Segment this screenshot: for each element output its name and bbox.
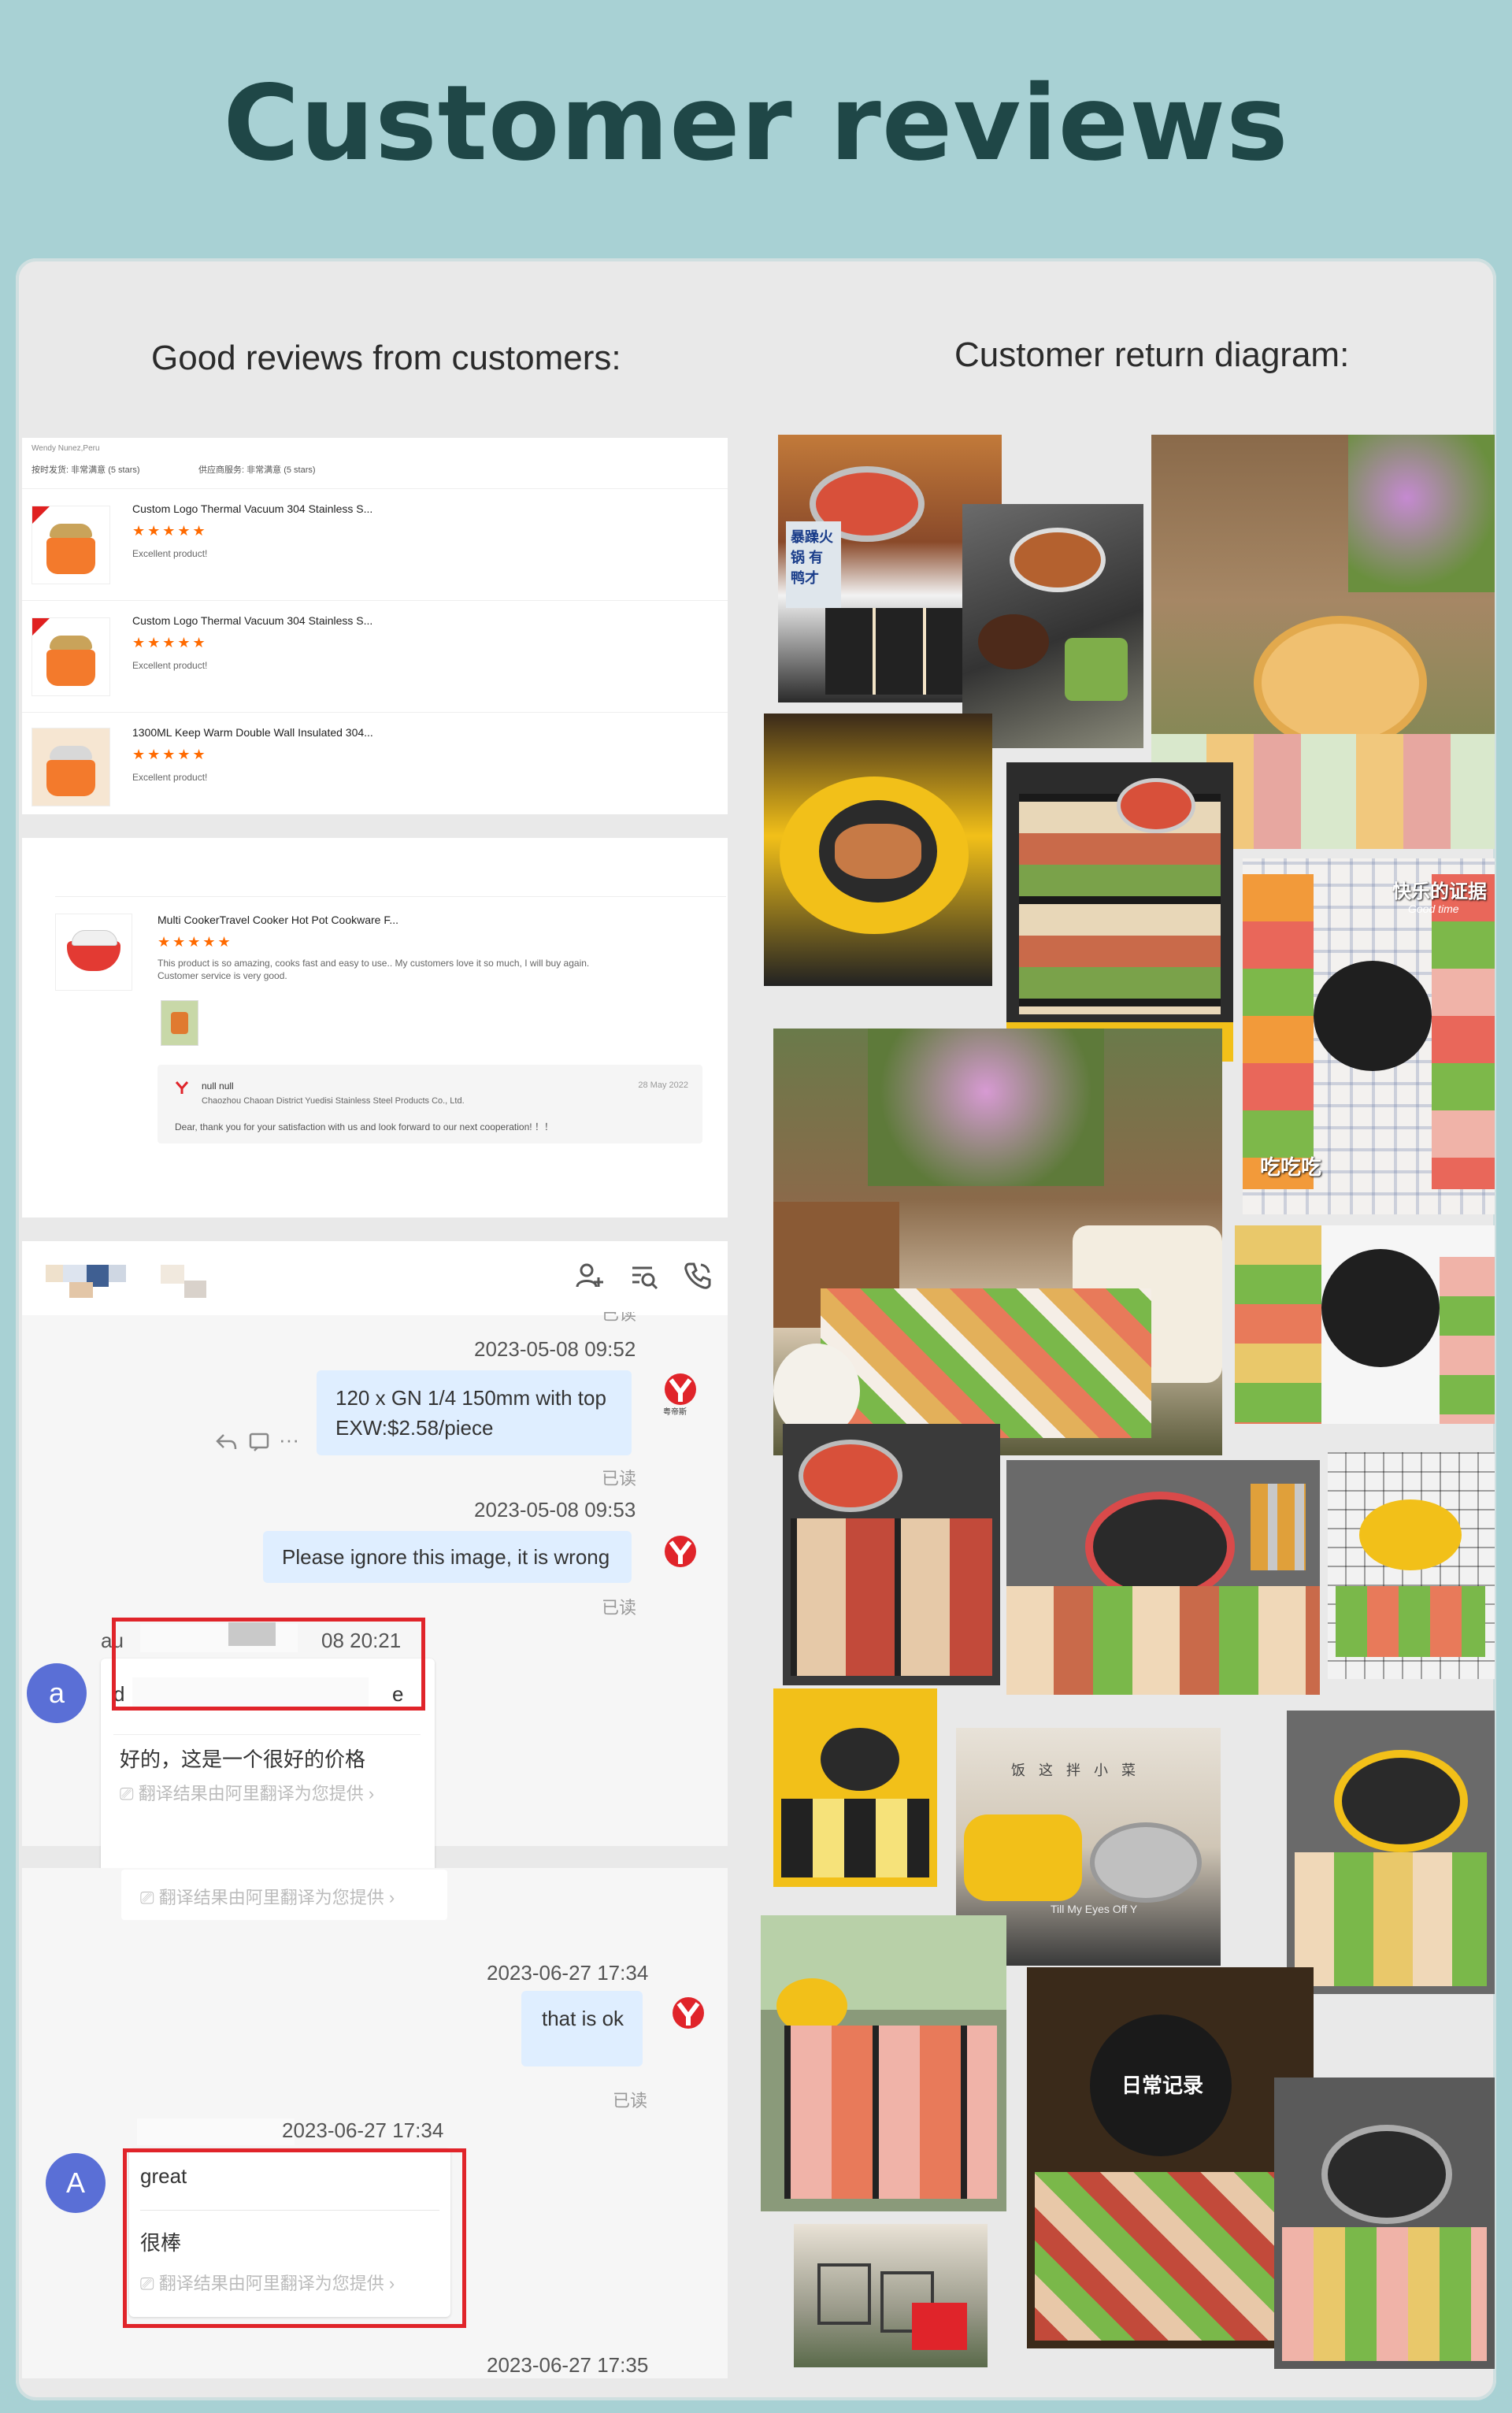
brand-logo-icon [666,1996,710,2043]
customer-photo [761,1915,1006,2211]
product-title[interactable]: 1300ML Keep Warm Double Wall Insulated 3… [132,726,373,739]
product-title[interactable]: Custom Logo Thermal Vacuum 304 Stainless… [132,502,372,515]
review-photo[interactable] [161,1000,198,1046]
translated-text: 好的，这是一个很好的价格 [120,1748,366,1771]
seller-message[interactable]: Please ignore this image, it is wrong [263,1531,632,1583]
reply-company: Chaozhou Chaoan District Yuedisi Stainle… [202,1096,465,1106]
product-thumbnail[interactable] [32,617,110,696]
highlight-box [123,2148,466,2328]
avatar: a [27,1663,87,1723]
seller-reply: null null 28 May 2022 Chaozhou Chaoan Di… [158,1065,702,1143]
customer-photo [1235,1225,1495,1424]
brand-logo-icon [175,1080,189,1095]
review-card-multicooker: Multi CookerTravel Cooker Hot Pot Cookwa… [22,838,728,1218]
seller-message[interactable]: 120 x GN 1/4 150mm with top EXW:$2.58/pi… [317,1370,632,1455]
reply-icon[interactable] [214,1430,238,1454]
customer-photo [1006,1460,1320,1695]
customer-photo [1287,1711,1495,1994]
left-heading: Good reviews from customers: [151,339,621,377]
brand-logo-icon [658,1534,702,1581]
translate-icon: ⎚ [140,1888,154,1907]
review-text: Excellent product! [132,772,208,783]
translation-note: ⎚ 翻译结果由阿里翻译为您提供 › [120,1784,375,1803]
product-title[interactable]: Multi CookerTravel Cooker Hot Pot Cookwa… [158,914,398,926]
avatar: A [46,2153,106,2213]
buyer-name: Wendy Nunez,Peru [32,444,100,453]
customer-photo: 日常记录 [1027,1967,1314,2348]
rating-delivery: 按时发货: 非常满意 (5 stars) [32,465,140,475]
chevron-right-icon: › [388,1888,395,1907]
product-review-row[interactable]: 1300ML Keep Warm Double Wall Insulated 3… [22,714,728,824]
brand-logo-icon: 粤帝斯 [658,1372,702,1419]
message-time: 2023-05-08 09:52 [474,1337,636,1361]
product-thumbnail[interactable] [55,914,132,991]
star-rating: ★★★★★ [132,747,208,762]
add-contact-icon[interactable] [573,1260,605,1292]
chat-header [22,1241,728,1315]
product-thumbnail[interactable] [32,506,110,584]
customer-photo [783,1424,1000,1685]
product-title[interactable]: Custom Logo Thermal Vacuum 304 Stainless… [132,614,372,627]
message-time: 2023-06-27 17:34 [282,2118,444,2142]
right-heading: Customer return diagram: [954,335,1350,374]
phone-icon[interactable] [682,1260,713,1292]
chevron-right-icon: › [368,1784,375,1803]
seller-message[interactable]: that is ok [521,1991,643,2066]
rating-service: 供应商服务: 非常满意 (5 stars) [198,465,316,475]
read-status: 已读 [613,2091,648,2111]
customer-photo [962,504,1143,748]
review-text: Excellent product! [132,660,208,671]
translate-icon: ⎚ [120,1784,134,1803]
customer-photo [764,714,992,986]
review-text-line-2: Customer service is very good. [158,970,287,981]
translation-note: ⎚ 翻译结果由阿里翻译为您提供 › [140,1888,395,1907]
customer-photo [1328,1452,1495,1679]
star-rating: ★★★★★ [132,635,208,651]
customer-photo [773,1688,937,1887]
reply-date: 28 May 2022 [638,1080,688,1090]
product-thumbnail[interactable] [32,728,110,806]
message-time: 2023-05-08 09:53 [474,1498,636,1522]
star-rating: ★★★★★ [158,934,233,950]
star-rating: ★★★★★ [132,523,208,539]
customer-photo [794,2224,988,2367]
search-chat-icon[interactable] [628,1260,660,1292]
product-review-row[interactable]: Custom Logo Thermal Vacuum 304 Stainless… [22,602,728,713]
read-status: 已读 [602,1312,637,1323]
highlight-box [112,1618,425,1711]
customer-photo [1006,762,1233,1062]
customer-photo [773,1029,1222,1455]
page-title: Customer reviews [223,63,1289,184]
chat-window-2: ⎚ 翻译结果由阿里翻译为您提供 › 2023-06-27 17:34 that … [22,1868,728,2378]
translation-note-card: ⎚ 翻译结果由阿里翻译为您提供 › [121,1870,447,1920]
product-review-row[interactable]: Custom Logo Thermal Vacuum 304 Stainless… [22,490,728,601]
customer-photo [1274,2078,1495,2369]
translate-icon[interactable] [247,1430,271,1454]
chat-window-1: 已读 2023-05-08 09:52 120 x GN 1/4 150mm w… [22,1241,728,1873]
reply-text: Dear, thank you for your satisfaction wi… [175,1121,554,1132]
reply-name: null null [202,1080,234,1092]
message-time: 2023-06-27 17:35 [487,2353,649,2377]
review-text-line-1: This product is so amazing, cooks fast a… [158,958,590,969]
reviews-card: Wendy Nunez,Peru 按时发货: 非常满意 (5 stars) 供应… [22,438,728,814]
customer-photo: 快乐的证据 Good time 吃吃吃 [1243,858,1495,1214]
read-status: 已读 [602,1598,637,1618]
message-time: 2023-06-27 17:34 [487,1961,649,1985]
read-status: 已读 [602,1469,637,1488]
more-icon[interactable]: ··· [279,1429,302,1454]
review-text: Excellent product! [132,548,208,559]
